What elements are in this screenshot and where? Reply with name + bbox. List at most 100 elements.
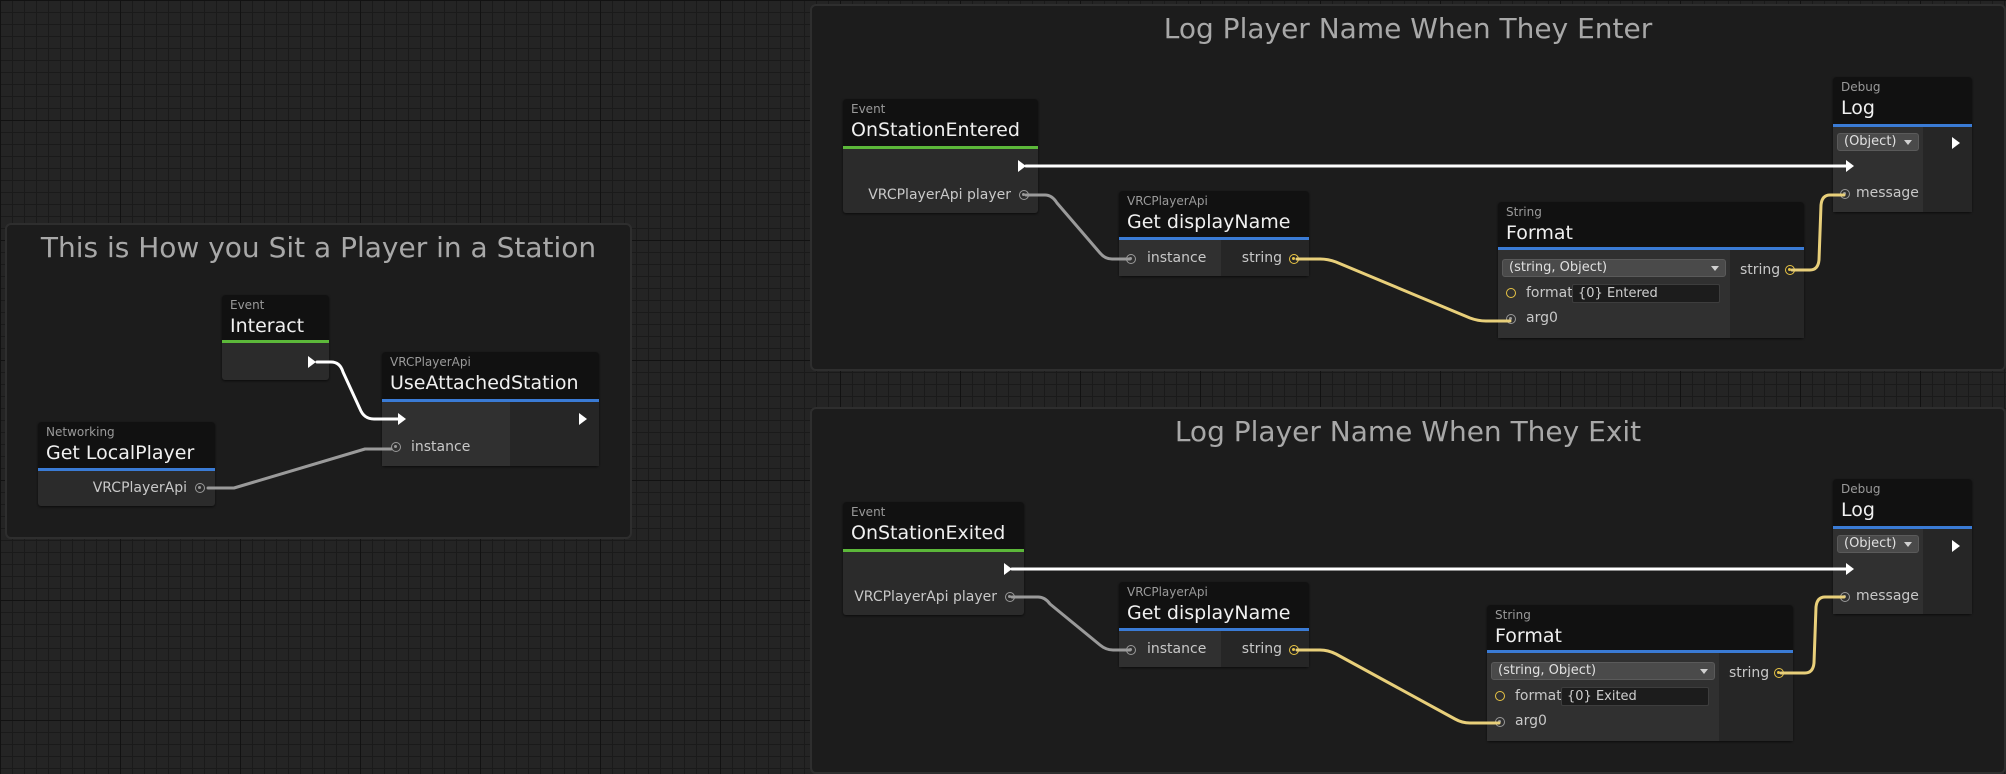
node-header: String Format: [1487, 605, 1793, 653]
value-in-port[interactable]: [1506, 288, 1516, 298]
overload-dropdown[interactable]: (Object): [1837, 535, 1919, 553]
node-category: Event: [851, 505, 886, 519]
chevron-down-icon: [1904, 542, 1912, 547]
node-header: Event Interact: [222, 295, 329, 343]
overload-value: (Object): [1844, 134, 1897, 149]
format-text-field[interactable]: {0} Exited: [1561, 687, 1709, 706]
node-category: Debug: [1841, 80, 1881, 94]
node-on-station-entered[interactable]: Event OnStationEntered VRCPlayerApi play…: [843, 99, 1038, 213]
node-title: UseAttachedStation: [390, 372, 579, 394]
format-value: {0} Exited: [1567, 689, 1637, 704]
overload-dropdown[interactable]: (string, Object): [1502, 259, 1726, 277]
exec-in-port[interactable]: [1846, 160, 1854, 172]
format-value: {0} Entered: [1578, 286, 1658, 301]
node-format-enter[interactable]: String Format (string, Object) format {0…: [1498, 202, 1804, 338]
node-header: Debug Log: [1833, 479, 1972, 529]
output-label: VRCPlayerApi: [92, 480, 187, 496]
value-out-port[interactable]: [1019, 190, 1029, 200]
overload-dropdown[interactable]: (string, Object): [1491, 662, 1715, 680]
outputs-column: [1923, 529, 1972, 614]
node-header: String Format: [1498, 202, 1804, 250]
format-text-field[interactable]: {0} Entered: [1572, 284, 1720, 303]
node-get-display-name-enter[interactable]: VRCPlayerApi Get displayName instance st…: [1119, 191, 1309, 276]
output-label: string: [1729, 665, 1770, 681]
group-title: Log Player Name When They Enter: [1163, 12, 1653, 45]
node-title: Get displayName: [1127, 211, 1291, 233]
node-interact[interactable]: Event Interact: [222, 295, 329, 380]
node-use-attached-station[interactable]: VRCPlayerApi UseAttachedStation instance: [382, 352, 599, 466]
output-label: string: [1740, 262, 1781, 278]
value-in-port[interactable]: [391, 442, 401, 452]
exec-out-port[interactable]: [308, 356, 316, 368]
node-header: Event OnStationExited: [843, 502, 1024, 552]
node-title: OnStationEntered: [851, 119, 1020, 141]
value-out-port[interactable]: [1289, 254, 1299, 264]
inputs-column: [382, 402, 510, 466]
node-header: VRCPlayerApi UseAttachedStation: [382, 352, 599, 402]
value-in-port[interactable]: [1495, 691, 1505, 701]
outputs-column: [510, 402, 599, 466]
node-category: VRCPlayerApi: [1127, 585, 1208, 599]
group-title: This is How you Sit a Player in a Statio…: [40, 231, 597, 264]
group-title: Log Player Name When They Exit: [1174, 415, 1642, 448]
output-label: VRCPlayerApi player: [868, 187, 1011, 203]
overload-value: (string, Object): [1509, 260, 1608, 275]
value-out-port[interactable]: [195, 483, 205, 493]
node-category: Networking: [46, 425, 115, 439]
node-category: Event: [230, 298, 265, 312]
outputs-column: [1923, 127, 1972, 212]
input-label: message: [1856, 588, 1919, 604]
node-category: Debug: [1841, 482, 1881, 496]
node-header: Event OnStationEntered: [843, 99, 1038, 149]
node-header: VRCPlayerApi Get displayName: [1119, 582, 1309, 631]
exec-out-port[interactable]: [1952, 137, 1960, 149]
chevron-down-icon: [1904, 140, 1912, 145]
exec-out-port[interactable]: [1018, 160, 1026, 172]
node-format-exit[interactable]: String Format (string, Object) format {0…: [1487, 605, 1793, 741]
node-title: Format: [1495, 625, 1562, 647]
node-get-display-name-exit[interactable]: VRCPlayerApi Get displayName instance st…: [1119, 582, 1309, 667]
exec-out-port[interactable]: [1952, 540, 1960, 552]
value-out-port[interactable]: [1785, 265, 1795, 275]
chevron-down-icon: [1700, 669, 1708, 674]
node-header: VRCPlayerApi Get displayName: [1119, 191, 1309, 240]
input-label: arg0: [1515, 713, 1547, 729]
node-title: Log: [1841, 499, 1875, 521]
overload-value: (string, Object): [1498, 663, 1597, 678]
input-label: format: [1526, 285, 1573, 301]
node-category: VRCPlayerApi: [1127, 194, 1208, 208]
node-header: Networking Get LocalPlayer: [38, 422, 215, 471]
node-title: Get LocalPlayer: [46, 442, 195, 464]
value-out-port[interactable]: [1005, 592, 1015, 602]
output-label: VRCPlayerApi player: [854, 589, 997, 605]
node-get-local-player[interactable]: Networking Get LocalPlayer VRCPlayerApi: [38, 422, 215, 506]
exec-in-port[interactable]: [1846, 563, 1854, 575]
node-title: Interact: [230, 315, 305, 337]
value-out-port[interactable]: [1289, 645, 1299, 655]
value-in-port[interactable]: [1840, 592, 1850, 602]
node-log-enter[interactable]: Debug Log (Object) message: [1833, 77, 1972, 212]
overload-dropdown[interactable]: (Object): [1837, 133, 1919, 151]
value-in-port[interactable]: [1506, 314, 1516, 324]
input-label: arg0: [1526, 310, 1558, 326]
exec-in-port[interactable]: [398, 413, 406, 425]
exec-out-port[interactable]: [1004, 563, 1012, 575]
value-in-port[interactable]: [1495, 717, 1505, 727]
overload-value: (Object): [1844, 536, 1897, 551]
input-label: instance: [1147, 250, 1207, 266]
exec-out-port[interactable]: [579, 413, 587, 425]
value-out-port[interactable]: [1774, 668, 1784, 678]
node-header: Debug Log: [1833, 77, 1972, 127]
output-label: string: [1241, 250, 1282, 266]
value-in-port[interactable]: [1126, 645, 1136, 655]
node-category: String: [1506, 205, 1542, 219]
input-label: message: [1856, 185, 1919, 201]
value-in-port[interactable]: [1126, 254, 1136, 264]
node-category: Event: [851, 102, 886, 116]
node-log-exit[interactable]: Debug Log (Object) message: [1833, 479, 1972, 614]
value-in-port[interactable]: [1840, 189, 1850, 199]
input-label: format: [1515, 688, 1562, 704]
node-on-station-exited[interactable]: Event OnStationExited VRCPlayerApi playe…: [843, 502, 1024, 615]
input-label: instance: [1147, 641, 1207, 657]
node-category: VRCPlayerApi: [390, 355, 471, 369]
